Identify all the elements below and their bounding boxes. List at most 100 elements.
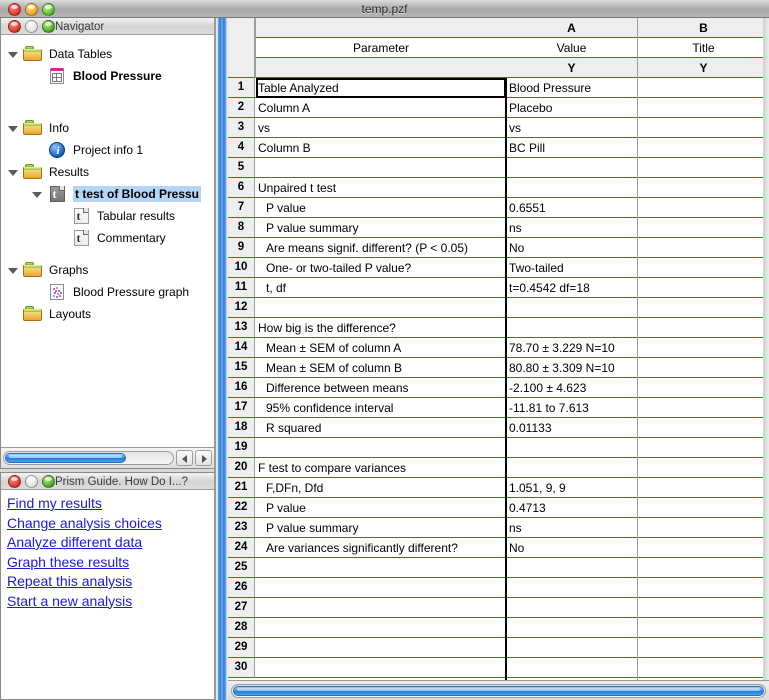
tree-item-info[interactable]: Info — [9, 117, 69, 139]
column-letter-b[interactable]: B — [638, 18, 769, 38]
cell-value-a[interactable]: 80.80 ± 3.309 N=10 — [506, 358, 637, 378]
row-number[interactable]: 7 — [228, 198, 255, 218]
row-number[interactable]: 12 — [228, 298, 255, 318]
guide-zoom-button[interactable] — [42, 475, 55, 488]
guide-link-change-analysis-choices[interactable]: Change analysis choices — [7, 514, 214, 534]
guide-link-repeat-this-analysis[interactable]: Repeat this analysis — [7, 572, 214, 592]
cell-value-a[interactable]: vs — [506, 118, 637, 138]
cell-value-a[interactable]: 0.4713 — [506, 498, 637, 518]
cell-value-a[interactable]: ns — [506, 518, 637, 538]
cell-value-a[interactable]: No — [506, 238, 637, 258]
row-number[interactable]: 4 — [228, 138, 255, 158]
cell-value-a[interactable]: ns — [506, 218, 637, 238]
cell-value-b[interactable] — [638, 118, 769, 138]
zoom-button[interactable] — [42, 3, 55, 16]
close-button[interactable] — [8, 3, 21, 16]
row-number[interactable]: 25 — [228, 558, 255, 578]
cell-value-b[interactable] — [638, 398, 769, 418]
cell-value-b[interactable] — [638, 198, 769, 218]
scroll-left-arrow-icon[interactable] — [176, 450, 193, 466]
scroll-right-arrow-icon[interactable] — [195, 450, 212, 466]
cell-parameter[interactable]: Mean ± SEM of column A — [256, 338, 506, 358]
cell-parameter[interactable]: t, df — [256, 278, 506, 298]
tree-item-project-info-1[interactable]: iProject info 1 — [33, 139, 143, 161]
cell-parameter[interactable]: Difference between means — [256, 378, 506, 398]
row-number[interactable]: 9 — [228, 238, 255, 258]
cell-parameter[interactable]: 95% confidence interval — [256, 398, 506, 418]
tree-item-blood-pressure[interactable]: Blood Pressure — [33, 65, 162, 87]
table-row[interactable]: 20F test to compare variances — [228, 458, 769, 478]
tree-item-data-tables[interactable]: Data Tables — [9, 43, 112, 65]
row-number[interactable]: 23 — [228, 518, 255, 538]
row-number[interactable]: 13 — [228, 318, 255, 338]
guide-link-graph-these-results[interactable]: Graph these results — [7, 553, 214, 573]
cell-value-b[interactable] — [638, 558, 769, 578]
cell-value-a[interactable] — [506, 438, 637, 458]
table-row[interactable]: 1Table AnalyzedBlood Pressure — [228, 78, 769, 98]
table-row[interactable]: 6Unpaired t test — [228, 178, 769, 198]
cell-parameter[interactable] — [256, 578, 506, 598]
cell-value-b[interactable] — [638, 298, 769, 318]
cell-parameter[interactable] — [256, 558, 506, 578]
cell-value-a[interactable] — [506, 658, 637, 678]
cell-value-b[interactable] — [638, 618, 769, 638]
table-row[interactable]: 2Column APlacebo — [228, 98, 769, 118]
cell-value-b[interactable] — [638, 278, 769, 298]
row-number[interactable]: 15 — [228, 358, 255, 378]
cell-value-a[interactable]: 0.6551 — [506, 198, 637, 218]
table-row[interactable]: 23P value summaryns — [228, 518, 769, 538]
cell-value-b[interactable] — [638, 258, 769, 278]
cell-value-a[interactable]: -2.100 ± 4.623 — [506, 378, 637, 398]
tree-item-tabular-results[interactable]: tTabular results — [57, 205, 175, 227]
table-row[interactable]: 26 — [228, 578, 769, 598]
tree-item-commentary[interactable]: tCommentary — [57, 227, 166, 249]
row-number[interactable]: 28 — [228, 618, 255, 638]
chevron-down-icon[interactable] — [9, 266, 18, 275]
row-number[interactable]: 18 — [228, 418, 255, 438]
row-number[interactable]: 27 — [228, 598, 255, 618]
cell-parameter[interactable]: P value summary — [256, 218, 506, 238]
cell-value-a[interactable]: -11.81 to 7.613 — [506, 398, 637, 418]
cell-parameter[interactable]: One- or two-tailed P value? — [256, 258, 506, 278]
row-number[interactable]: 10 — [228, 258, 255, 278]
cell-value-a[interactable]: 1.051, 9, 9 — [506, 478, 637, 498]
cell-value-a[interactable]: t=0.4542 df=18 — [506, 278, 637, 298]
row-number[interactable]: 16 — [228, 378, 255, 398]
cell-value-a[interactable] — [506, 298, 637, 318]
row-number[interactable]: 1 — [228, 78, 255, 98]
table-row[interactable]: 7P value0.6551 — [228, 198, 769, 218]
cell-value-a[interactable] — [506, 638, 637, 658]
navigator-scroll-thumb[interactable] — [5, 453, 126, 463]
cell-value-b[interactable] — [638, 638, 769, 658]
table-row[interactable]: 10One- or two-tailed P value?Two-tailed — [228, 258, 769, 278]
table-row[interactable]: 27 — [228, 598, 769, 618]
tree-item-t-test-of-blood-pressu[interactable]: tt test of Blood Pressu — [33, 183, 201, 205]
cell-value-b[interactable] — [638, 358, 769, 378]
navigator-zoom-button[interactable] — [42, 20, 55, 33]
table-row[interactable]: 11t, dft=0.4542 df=18 — [228, 278, 769, 298]
table-row[interactable]: 25 — [228, 558, 769, 578]
cell-value-a[interactable] — [506, 618, 637, 638]
row-number[interactable]: 11 — [228, 278, 255, 298]
cell-parameter[interactable]: Unpaired t test — [256, 178, 506, 198]
navigator-close-button[interactable] — [8, 20, 21, 33]
cell-parameter[interactable]: P value summary — [256, 518, 506, 538]
tree-item-results[interactable]: Results — [9, 161, 89, 183]
cell-parameter[interactable]: Column B — [256, 138, 506, 158]
table-row[interactable]: 30 — [228, 658, 769, 678]
cell-parameter[interactable] — [256, 158, 506, 178]
row-number[interactable]: 21 — [228, 478, 255, 498]
table-row[interactable]: 29 — [228, 638, 769, 658]
row-number[interactable]: 24 — [228, 538, 255, 558]
cell-value-a[interactable]: 0.01133 — [506, 418, 637, 438]
cell-value-a[interactable]: Two-tailed — [506, 258, 637, 278]
cell-value-a[interactable] — [506, 558, 637, 578]
cell-value-b[interactable] — [638, 598, 769, 618]
guide-link-start-a-new-analysis[interactable]: Start a new analysis — [7, 592, 214, 612]
cell-value-b[interactable] — [638, 458, 769, 478]
navigator-minimize-button[interactable] — [25, 20, 38, 33]
cell-parameter[interactable]: P value — [256, 498, 506, 518]
cell-parameter[interactable]: Are variances significantly different? — [256, 538, 506, 558]
cell-parameter[interactable] — [256, 618, 506, 638]
table-row[interactable]: 8P value summaryns — [228, 218, 769, 238]
